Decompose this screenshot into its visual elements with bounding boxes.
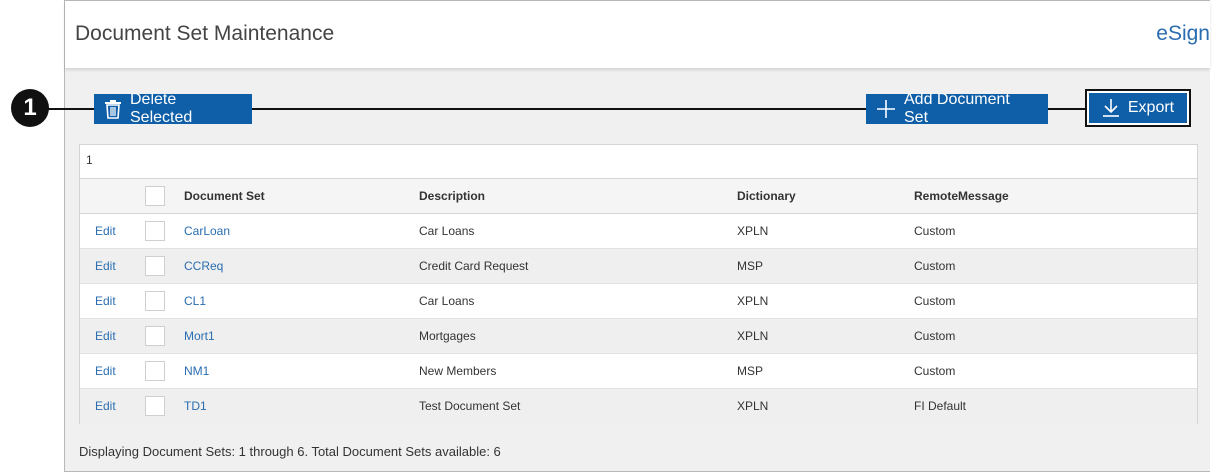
page-number[interactable]: 1: [86, 153, 93, 167]
row-checkbox[interactable]: [145, 361, 165, 381]
column-header-description[interactable]: Description: [419, 179, 485, 214]
plus-icon: [876, 99, 896, 119]
page-title: Document Set Maintenance: [75, 22, 335, 45]
dictionary-cell: XPLN: [737, 224, 769, 238]
table-row: Edit TD1 Test Document Set XPLN FI Default: [80, 389, 1197, 424]
document-set-link[interactable]: Mort1: [184, 319, 215, 354]
record-count-status: Displaying Document Sets: 1 through 6. T…: [79, 444, 501, 459]
table-body: Edit CarLoan Car Loans XPLN Custom Edit CCReq C…: [80, 214, 1197, 424]
table-row: Edit CarLoan Car Loans XPLN Custom: [80, 214, 1197, 249]
edit-link[interactable]: Edit: [95, 319, 116, 354]
add-document-set-label: Add Document Set: [904, 91, 1010, 126]
export-button[interactable]: Export: [1089, 93, 1187, 123]
remote-message-cell: Custom: [914, 224, 956, 238]
table-row: Edit Mort1 Mortgages XPLN Custom: [80, 319, 1197, 354]
export-highlight: Export: [1085, 89, 1191, 127]
dictionary-cell: XPLN: [737, 329, 769, 343]
dictionary-cell: MSP: [737, 364, 764, 378]
table-row: Edit CL1 Car Loans XPLN Custom: [80, 284, 1197, 319]
column-header-remote-message[interactable]: RemoteMessage: [914, 179, 1009, 214]
table-row: Edit NM1 New Members MSP Custom: [80, 354, 1197, 389]
column-header-dictionary[interactable]: Dictionary: [737, 179, 796, 214]
edit-link[interactable]: Edit: [95, 214, 116, 249]
download-icon: [1102, 98, 1120, 118]
dictionary-cell: XPLN: [737, 294, 769, 308]
document-set-link[interactable]: NM1: [184, 354, 209, 389]
delete-selected-button[interactable]: Delete Selected: [94, 91, 252, 126]
pager: 1: [80, 145, 1197, 179]
esign-link[interactable]: eSign: [1156, 22, 1210, 46]
row-checkbox[interactable]: [145, 396, 165, 416]
document-set-link[interactable]: TD1: [184, 389, 207, 424]
edit-link[interactable]: Edit: [95, 284, 116, 319]
description-cell: Mortgages: [419, 329, 476, 343]
row-checkbox[interactable]: [145, 256, 165, 276]
document-set-link[interactable]: CL1: [184, 284, 206, 319]
dictionary-cell: MSP: [737, 259, 764, 273]
document-set-link[interactable]: CarLoan: [184, 214, 230, 249]
remote-message-cell: Custom: [914, 329, 956, 343]
callout-badge: 1: [11, 89, 49, 127]
edit-link[interactable]: Edit: [95, 249, 116, 284]
description-cell: New Members: [419, 364, 497, 378]
description-cell: Test Document Set: [419, 399, 521, 413]
document-set-grid: 1 Document Set Description Dictionary Re…: [79, 144, 1198, 424]
panel-header: Document Set Maintenance eSign: [65, 1, 1210, 68]
delete-selected-label: Delete Selected: [130, 91, 193, 126]
table-row: Edit CCReq Credit Card Request MSP Custom: [80, 249, 1197, 284]
remote-message-cell: Custom: [914, 294, 956, 308]
export-label: Export: [1127, 99, 1175, 116]
row-checkbox[interactable]: [145, 221, 165, 241]
row-checkbox[interactable]: [145, 291, 165, 311]
row-checkbox[interactable]: [145, 326, 165, 346]
column-header-document-set[interactable]: Document Set: [184, 179, 265, 214]
trash-icon: [104, 99, 122, 119]
dictionary-cell: XPLN: [737, 399, 769, 413]
edit-link[interactable]: Edit: [95, 389, 116, 424]
description-cell: Car Loans: [419, 294, 475, 308]
document-set-link[interactable]: CCReq: [184, 249, 223, 284]
add-document-set-button[interactable]: Add Document Set: [866, 91, 1048, 126]
remote-message-cell: Custom: [914, 364, 956, 378]
remote-message-cell: FI Default: [914, 399, 967, 413]
edit-link[interactable]: Edit: [95, 354, 116, 389]
remote-message-cell: Custom: [914, 259, 956, 273]
description-cell: Credit Card Request: [419, 259, 529, 273]
table-header-row: Document Set Description Dictionary Remo…: [80, 179, 1197, 214]
description-cell: Car Loans: [419, 224, 475, 238]
select-all-checkbox[interactable]: [145, 186, 165, 206]
